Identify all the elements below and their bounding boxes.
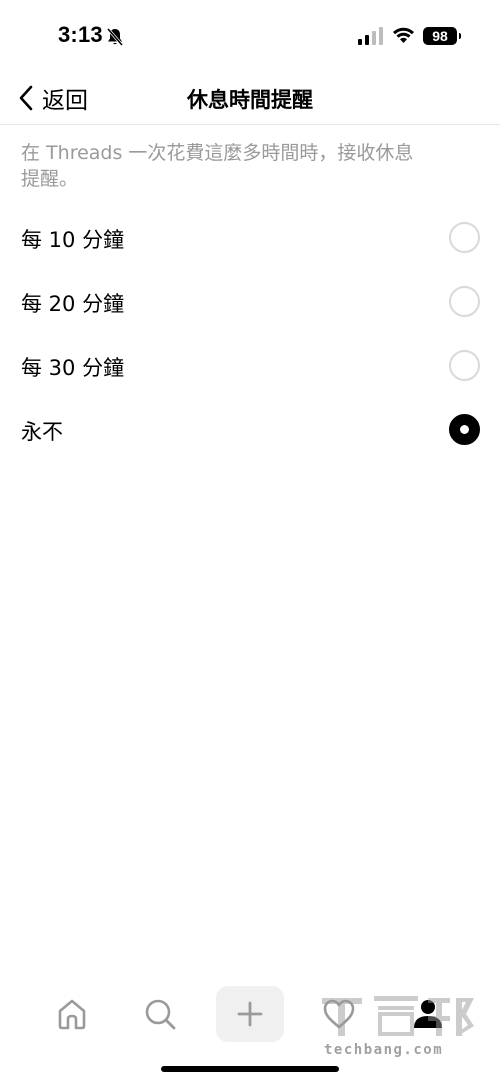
- nav-header: 返回 休息時間提醒: [0, 74, 500, 124]
- search-icon: [145, 999, 176, 1030]
- plus-icon: [237, 1001, 263, 1027]
- option-every-30-minutes[interactable]: 每 30 分鐘: [0, 335, 500, 399]
- status-bar: 3:13 98: [0, 0, 500, 74]
- option-label: 永不: [21, 420, 63, 444]
- page-title: 休息時間提醒: [187, 88, 313, 112]
- wifi-icon: [393, 27, 414, 43]
- option-never[interactable]: 永不: [0, 399, 500, 463]
- radio-button-selected[interactable]: [449, 414, 480, 445]
- bell-slash-icon: [106, 28, 124, 46]
- option-every-10-minutes[interactable]: 每 10 分鐘: [0, 207, 500, 271]
- cellular-signal-icon: [358, 27, 383, 45]
- tab-home[interactable]: [44, 986, 100, 1042]
- description-text: 在 Threads 一次花費這麼多時間時，接收休息提醒。: [21, 142, 414, 190]
- tab-create[interactable]: [216, 986, 284, 1042]
- header-divider: [0, 124, 500, 125]
- battery-icon: 98: [423, 27, 461, 45]
- option-every-20-minutes[interactable]: 每 20 分鐘: [0, 271, 500, 335]
- radio-button[interactable]: [449, 222, 480, 253]
- option-label: 每 20 分鐘: [21, 292, 125, 316]
- watermark-logo: [322, 996, 474, 1036]
- reminder-options-list: 每 10 分鐘 每 20 分鐘 每 30 分鐘 永不: [0, 207, 500, 463]
- option-label: 每 10 分鐘: [21, 228, 125, 252]
- option-label: 每 30 分鐘: [21, 356, 125, 380]
- watermark-text: techbang.com: [324, 1042, 444, 1058]
- radio-button[interactable]: [449, 350, 480, 381]
- home-indicator: [161, 1066, 339, 1072]
- status-time: 3:13: [58, 22, 103, 47]
- radio-button[interactable]: [449, 286, 480, 317]
- home-icon: [58, 999, 86, 1030]
- tab-search[interactable]: [132, 986, 188, 1042]
- watermark: techbang.com: [318, 992, 490, 1064]
